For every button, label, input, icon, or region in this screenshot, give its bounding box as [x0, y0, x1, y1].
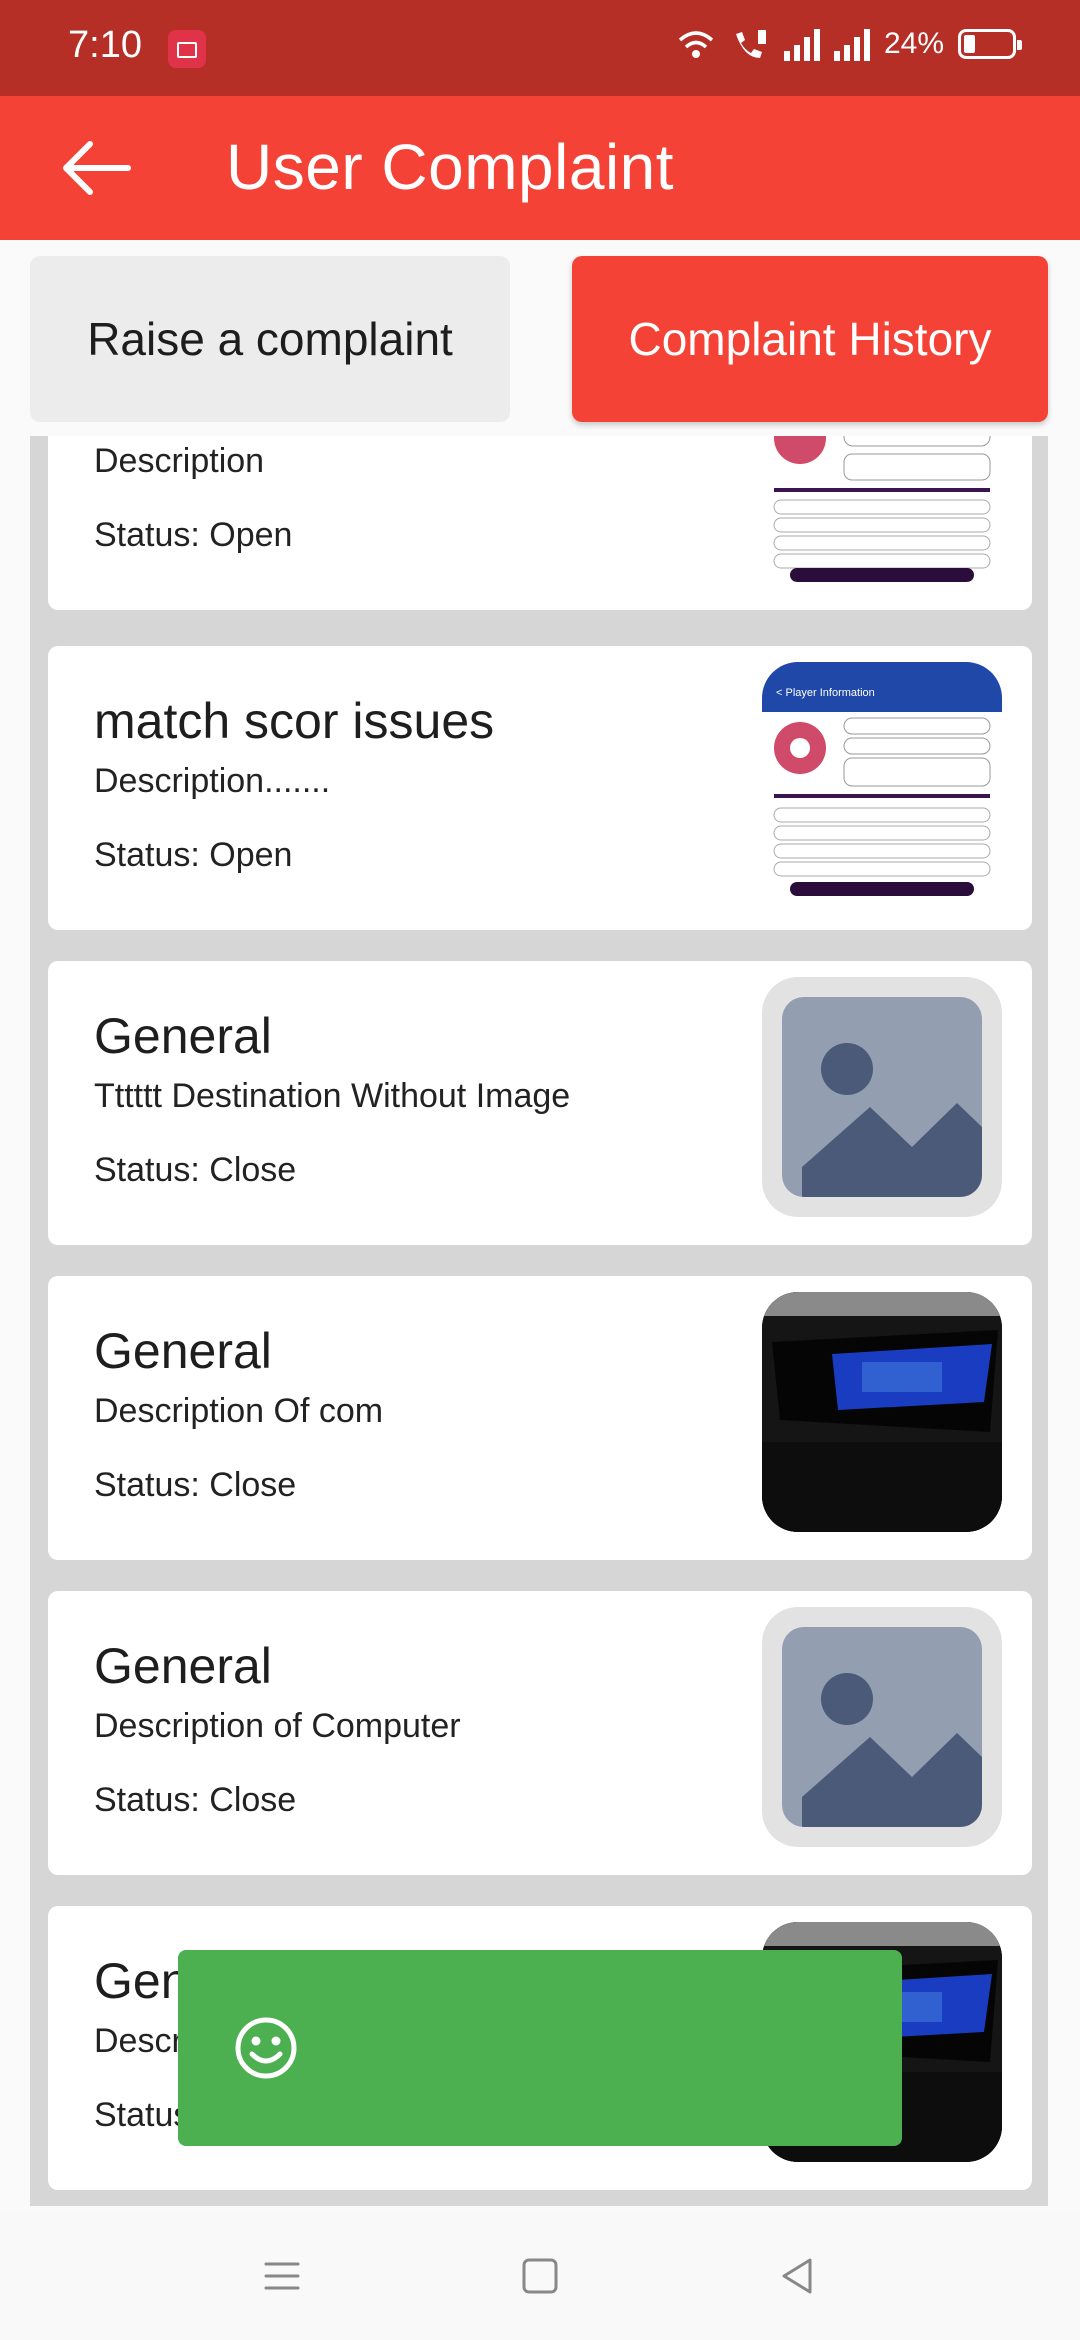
complaint-title: match scor issues — [94, 693, 495, 749]
complaint-description: Description....... — [94, 762, 331, 800]
complaint-status: Status — [94, 2096, 191, 2134]
smiley-icon — [235, 2017, 297, 2079]
complaint-title: General — [94, 1638, 272, 1694]
complaint-thumbnail[interactable] — [762, 1292, 1002, 1532]
complaint-status: Status: Close — [94, 1151, 297, 1189]
image-placeholder-icon — [782, 997, 982, 1197]
page-title: User Complaint — [226, 131, 675, 203]
complaint-title: General — [94, 1323, 272, 1379]
complaint-description: Description Of com — [94, 1392, 384, 1430]
tab-complaint-history[interactable]: Complaint History — [572, 256, 1048, 422]
screen-record-icon — [168, 30, 206, 68]
complaint-status: Status: Open — [94, 516, 293, 554]
complaint-card[interactable]: Description Status: Open — [48, 436, 1032, 610]
status-bar: 7:10 24% — [0, 0, 1080, 96]
complaint-tabs: Raise a complaint Complaint History — [0, 240, 1080, 436]
status-icons: 24% — [676, 26, 1022, 62]
menu-icon[interactable] — [252, 2246, 312, 2306]
complaint-list[interactable]: Description Status: Open match scor issu… — [30, 436, 1048, 2206]
signal-icon — [833, 27, 870, 61]
app-bar: User Complaint — [0, 96, 1080, 240]
wifi-icon — [678, 31, 714, 58]
snackbar — [178, 1950, 902, 2146]
complaint-card[interactable]: General Description Of com Status: Close — [48, 1276, 1032, 1560]
complaint-card[interactable]: General Description of Computer Status: … — [48, 1591, 1032, 1875]
form-screenshot-image — [762, 436, 1002, 582]
complaint-card[interactable]: match scor issues Description....... Sta… — [48, 646, 1032, 930]
back-triangle-icon[interactable] — [768, 2246, 828, 2306]
complaint-description: Description of Computer — [94, 1707, 461, 1745]
complaint-thumbnail[interactable] — [762, 1607, 1002, 1847]
complaint-card[interactable]: General Tttttt Destination Without Image… — [48, 961, 1032, 1245]
call-signal-icon — [735, 30, 766, 58]
complaint-description: Tttttt Destination Without Image — [94, 1077, 571, 1115]
computer-photo-image — [762, 1292, 1002, 1532]
complaint-status: Status: Close — [94, 1466, 297, 1504]
tab-raise-complaint[interactable]: Raise a complaint — [30, 256, 510, 422]
home-square-icon[interactable] — [510, 2246, 570, 2306]
battery-percent: 24% — [883, 27, 944, 60]
arrow-left-icon[interactable] — [58, 136, 132, 200]
complaint-status: Status: Close — [94, 1781, 297, 1819]
form-screenshot-image: < Player Information — [762, 662, 1002, 902]
complaint-description: Description — [94, 442, 265, 480]
battery-icon — [958, 29, 1022, 59]
complaint-thumbnail[interactable] — [762, 436, 1002, 582]
system-nav-bar — [0, 2210, 1080, 2340]
complaint-thumbnail[interactable]: < Player Information — [762, 662, 1002, 902]
image-placeholder-icon — [782, 1627, 982, 1827]
complaint-title: General — [94, 1008, 272, 1064]
svg-text:< Player Information: < Player Information — [776, 687, 875, 699]
complaint-status: Status: Open — [94, 836, 293, 874]
signal-icon — [783, 27, 820, 61]
status-time: 7:10 — [68, 24, 142, 66]
complaint-thumbnail[interactable] — [762, 977, 1002, 1217]
